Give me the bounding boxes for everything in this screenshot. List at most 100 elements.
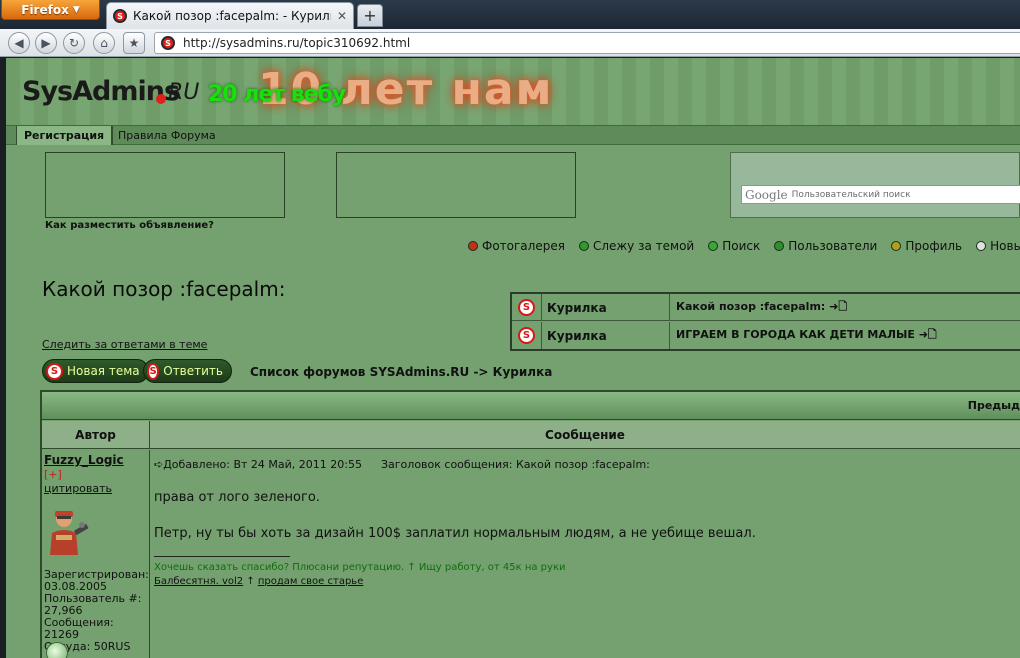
related-row-icon-cell: S xyxy=(512,322,542,349)
avatar-engineer-icon xyxy=(44,507,90,555)
site-s-icon: S xyxy=(518,327,535,344)
related-row[interactable]: S Курилка ИГРАЕМ В ГОРОДА КАК ДЕТИ МАЛЫЕ… xyxy=(512,322,1020,349)
related-topics-table: S Курилка Какой позор :facepalm: ➜🗋 S Ку… xyxy=(510,292,1020,351)
nav-search[interactable]: Поиск xyxy=(708,239,760,253)
nav-gallery-label: Фотогалерея xyxy=(482,239,565,253)
star-icon: ★ xyxy=(128,36,140,50)
posts-header-row: Автор Сообщение xyxy=(42,421,1020,449)
nav-gallery[interactable]: Фотогалерея xyxy=(468,239,565,253)
arrow-left-icon: ◀ xyxy=(14,36,24,50)
pager-row: Предыд xyxy=(42,392,1020,420)
nav-new-messages-label: Новых со xyxy=(990,239,1020,253)
nav-users[interactable]: Пользователи xyxy=(774,239,877,253)
firefox-menu-button[interactable]: Firefox ▼ xyxy=(1,0,100,20)
reload-button[interactable]: ↻ xyxy=(63,32,85,54)
posts-table: Предыд Автор Сообщение Fuzzy_Logic [+] ц… xyxy=(40,390,1020,658)
site-logo[interactable]: SysAdmins xyxy=(22,76,180,107)
related-row[interactable]: S Курилка Какой позор :facepalm: ➜🗋 xyxy=(512,294,1020,321)
nav-profile-label: Профиль xyxy=(905,239,963,253)
forum-top-nav: Фотогалерея Слежу за темой Поиск Пользов… xyxy=(468,239,1020,253)
browser-tab[interactable]: S Какой позор :facepalm: - Курилка - Фо.… xyxy=(106,2,354,29)
signature-link-sale[interactable]: продам свое старье xyxy=(258,576,363,587)
nav-users-label: Пользователи xyxy=(788,239,878,253)
quote-link[interactable]: цитировать xyxy=(44,482,147,495)
topic-title: Какой позор :facepalm: xyxy=(42,277,286,301)
home-button[interactable]: ⌂ xyxy=(93,32,115,54)
ad-slot-2[interactable] xyxy=(336,152,576,218)
navigation-toolbar: ◀ ▶ ↻ ⌂ ★ S http://sysadmins.ru/topic310… xyxy=(0,29,1020,57)
firefox-menu-label: Firefox xyxy=(21,2,69,17)
signature-link-balbesyatnya[interactable]: Балбесятня. vol2 xyxy=(154,576,243,587)
new-topic-label: Новая тема xyxy=(67,364,140,378)
back-button[interactable]: ◀ xyxy=(8,32,30,54)
camera-icon xyxy=(468,241,478,251)
profile-icon xyxy=(891,241,902,251)
signature-divider xyxy=(154,556,290,557)
online-status-icon xyxy=(46,642,68,658)
nav-search-label: Поиск xyxy=(722,239,761,253)
signature-separator: ↑ xyxy=(243,576,258,587)
post-author-cell: Fuzzy_Logic [+] цитировать Зарегистриров… xyxy=(42,450,150,658)
site-s-icon: S xyxy=(46,362,63,380)
forward-button[interactable]: ▶ xyxy=(35,32,57,54)
search-placeholder: Пользовательский поиск xyxy=(791,189,911,200)
home-icon: ⌂ xyxy=(100,36,108,50)
signature-line: Хочешь сказать спасибо? Плюсани репутаци… xyxy=(154,562,566,573)
avatar xyxy=(44,507,90,555)
site-favicon-icon: S xyxy=(113,9,127,23)
nav-profile[interactable]: Профиль xyxy=(891,239,962,253)
nav-watching[interactable]: Слежу за темой xyxy=(578,239,695,253)
related-topic[interactable]: Какой позор :facepalm: ➜🗋 xyxy=(670,294,1020,321)
address-bar[interactable]: S http://sysadmins.ru/topic310692.html xyxy=(154,32,1020,54)
column-header-author: Автор xyxy=(42,421,150,449)
site-s-icon: S xyxy=(518,299,535,316)
related-row-icon-cell: S xyxy=(512,294,542,321)
previous-topic-link[interactable]: Предыд xyxy=(968,399,1020,412)
reply-button[interactable]: S Ответить xyxy=(143,359,232,383)
ad-placement-link[interactable]: Как разместить объявление? xyxy=(45,220,214,231)
new-topic-button[interactable]: S Новая тема xyxy=(42,359,149,383)
ad-slot-1[interactable] xyxy=(45,152,285,218)
author-stats: Зарегистрирован: 03.08.2005 Пользователь… xyxy=(44,569,149,653)
signature-links: Балбесятня. vol2 ↑ продам свое старье xyxy=(154,576,363,587)
search-icon xyxy=(708,241,719,251)
forum-rules-link[interactable]: Правила Форума xyxy=(118,126,216,145)
related-forum[interactable]: Курилка xyxy=(542,294,670,321)
nav-new-messages[interactable]: Новых со xyxy=(976,239,1020,253)
column-header-message: Сообщение xyxy=(545,428,625,442)
post-message-cell: ➪Добавлено: Вт 24 Май, 2011 20:55 Заголо… xyxy=(150,450,1020,658)
site-links-bar: Регистрация Правила Форума xyxy=(6,125,1020,145)
google-logo: Google xyxy=(745,187,788,202)
breadcrumb[interactable]: Список форумов SYSAdmins.RU -> Курилка xyxy=(250,365,552,379)
post-text-line: права от лого зеленого. xyxy=(154,490,320,505)
mail-icon xyxy=(976,241,987,251)
users-icon xyxy=(774,241,785,251)
site-s-icon: S xyxy=(147,362,160,380)
register-link[interactable]: Регистрация xyxy=(16,126,114,145)
banner-slogan-small: 20 лет вебу xyxy=(208,82,346,107)
follow-replies-link[interactable]: Следить за ответами в теме xyxy=(42,338,207,351)
related-forum[interactable]: Курилка xyxy=(542,322,670,349)
site-logo-suffix: RU xyxy=(168,80,200,105)
google-search-input[interactable]: Google Пользовательский поиск xyxy=(741,185,1020,204)
related-topic[interactable]: ИГРАЕМ В ГОРОДА КАК ДЕТИ МАЛЫЕ ➜🗋 xyxy=(670,322,1020,349)
site-banner: 10 лет нам SysAdmins RU 20 лет вебу xyxy=(6,58,1020,125)
eye-icon xyxy=(578,241,589,251)
post-subject: Заголовок сообщения: Какой позор :facepa… xyxy=(380,458,650,471)
tab-title: Какой позор :facepalm: - Курилка - Фо... xyxy=(133,9,331,23)
reputation-plus-link[interactable]: [+] xyxy=(44,468,147,481)
chevron-down-icon: ▼ xyxy=(72,4,80,15)
web-page: 10 лет нам SysAdmins RU 20 лет вебу Реги… xyxy=(6,58,1020,658)
author-name-link[interactable]: Fuzzy_Logic xyxy=(44,453,147,467)
post-date[interactable]: ➪Добавлено: Вт 24 Май, 2011 20:55 xyxy=(154,458,362,471)
new-tab-button[interactable]: + xyxy=(357,4,383,27)
logo-dot-icon xyxy=(156,94,166,104)
close-tab-icon[interactable]: ✕ xyxy=(337,9,347,23)
url-text: http://sysadmins.ru/topic310692.html xyxy=(183,36,411,50)
google-search-panel: Google Пользовательский поиск xyxy=(730,152,1020,218)
arrow-right-icon: ▶ xyxy=(41,36,51,50)
site-identity-icon: S xyxy=(161,36,175,50)
bookmarks-button[interactable]: ★ xyxy=(123,32,145,54)
nav-watching-label: Слежу за темой xyxy=(592,239,695,253)
title-bar: Firefox ▼ S Какой позор :facepalm: - Кур… xyxy=(0,0,1020,29)
